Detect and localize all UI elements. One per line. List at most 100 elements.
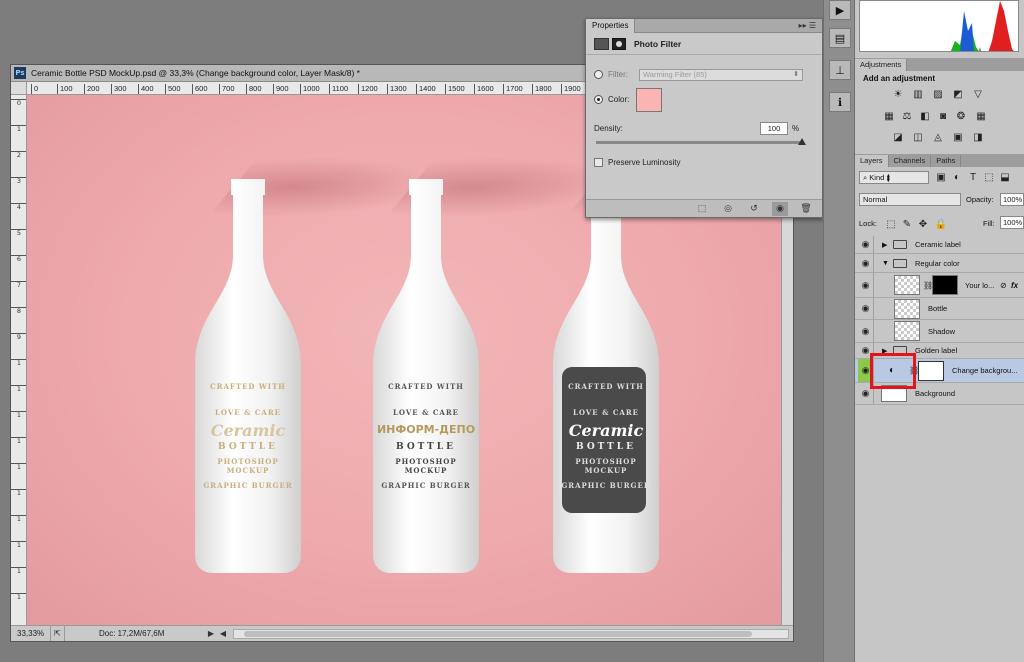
layer-name: Background	[915, 389, 956, 398]
lock-transparent-icon[interactable]: ⬚	[885, 218, 897, 230]
ruler-tick: 1300	[387, 84, 407, 94]
ruler-tick: 800	[246, 84, 262, 94]
tab-paths[interactable]: Paths	[931, 155, 962, 167]
eye-icon[interactable]: ◉	[858, 254, 874, 272]
view-previous-icon[interactable]: ◎	[720, 202, 736, 216]
layer-item[interactable]: ◉ Shadow	[855, 320, 1024, 343]
tab-layers[interactable]: Layers	[855, 155, 889, 167]
color-lookup-icon[interactable]: ▦	[975, 110, 987, 122]
doc-size[interactable]: Doc: 17,2M/67,6M	[65, 629, 205, 638]
slider-knob[interactable]	[798, 138, 806, 145]
panel-menu-icon[interactable]: ▸▸ ☰	[799, 21, 822, 30]
invert-icon[interactable]: ◪	[892, 131, 904, 143]
preserve-luminosity-checkbox[interactable]	[594, 158, 603, 167]
bottle-shape	[553, 179, 659, 573]
tool-presets-icon[interactable]: ▤	[829, 28, 851, 48]
threshold-icon[interactable]: ◬	[932, 131, 944, 143]
play-icon[interactable]: ▶	[829, 0, 851, 20]
status-menu-arrow-icon[interactable]: ▶	[205, 629, 217, 638]
photo-filter-icon[interactable]: ◙	[937, 110, 949, 122]
layer-thumbnail	[894, 299, 920, 319]
export-icon[interactable]: ⇱	[51, 626, 65, 641]
reset-icon[interactable]: ↺	[746, 202, 762, 216]
density-slider[interactable]	[596, 138, 806, 145]
label-main: Ceramic	[568, 421, 644, 440]
eye-icon[interactable]: ◉	[858, 273, 874, 297]
zoom-level[interactable]: 33,33%	[11, 626, 51, 641]
color-swatch[interactable]	[636, 88, 662, 112]
hue-saturation-icon[interactable]: ▦	[883, 110, 895, 122]
layer-item[interactable]: ◉ Bottle	[855, 298, 1024, 320]
layer-kind-filter[interactable]: ⌕ Kind ⬍	[859, 171, 929, 184]
filter-radio[interactable]	[594, 70, 603, 79]
filter-adjustment-icon[interactable]: ◐	[951, 171, 963, 183]
opacity-input[interactable]: 100%	[1000, 193, 1024, 206]
lock-all-icon[interactable]: 🔒	[935, 218, 947, 230]
selective-color-icon[interactable]: ▣	[952, 131, 964, 143]
layer-name: Shadow	[928, 326, 956, 336]
ruler-corner[interactable]	[11, 82, 27, 95]
layer-group[interactable]: ◉ ▼ Regular color	[855, 254, 1024, 273]
expand-arrow-icon[interactable]: ▶	[882, 241, 887, 249]
eye-icon[interactable]: ◉	[858, 236, 874, 253]
label-sub1: PHOTOSHOP	[575, 457, 637, 466]
label-sub2: MOCKUP	[404, 466, 448, 475]
eye-icon[interactable]: ◉	[858, 298, 874, 319]
vibrance-icon[interactable]: ▽	[972, 88, 984, 100]
vertical-ruler[interactable]: 01234567891111111111	[11, 95, 27, 625]
tab-channels[interactable]: Channels	[889, 155, 932, 167]
tab-adjustments[interactable]: Adjustments	[855, 59, 908, 71]
scrollbar-thumb[interactable]	[244, 630, 752, 637]
filter-pixel-icon[interactable]: ▣	[935, 171, 947, 183]
lock-image-icon[interactable]: ✎	[901, 218, 913, 230]
filter-shape-icon[interactable]: ⬚	[983, 171, 995, 183]
label-main: Ceramic	[210, 421, 286, 440]
color-balance-icon[interactable]: ⚖	[901, 110, 913, 122]
filter-type-icon[interactable]: T	[967, 171, 979, 183]
horizontal-scrollbar[interactable]	[233, 628, 789, 639]
ruler-tick: 1400	[416, 84, 436, 94]
layer-group[interactable]: ◉ ▶ Ceramic label	[855, 236, 1024, 254]
channel-mixer-icon[interactable]: ❂	[955, 110, 967, 122]
layer-mask-thumbnail[interactable]	[932, 275, 958, 295]
scroll-left-arrow-icon[interactable]: ◀	[217, 629, 229, 638]
visibility-icon[interactable]: ◉	[772, 201, 788, 216]
layer-item[interactable]: ◉ ⛓ Your lo... ⊘ fx	[855, 273, 1024, 298]
photoshop-icon: Ps	[14, 67, 26, 79]
density-input[interactable]: 100	[760, 122, 788, 135]
ruler-tick: 1700	[503, 84, 523, 94]
tab-properties[interactable]: Properties	[586, 18, 636, 33]
label-line1: CRAFTED WITH	[388, 382, 464, 391]
histogram	[859, 0, 1019, 52]
gradient-map-icon[interactable]: ◨	[972, 131, 984, 143]
lock-position-icon[interactable]: ✥	[917, 218, 929, 230]
label-line2: LOVE & CARE	[214, 408, 281, 417]
black-white-icon[interactable]: ◧	[919, 110, 931, 122]
mask-icon[interactable]	[612, 37, 626, 50]
delete-icon[interactable]: 🗑	[798, 202, 814, 216]
eye-icon[interactable]: ◉	[858, 320, 874, 342]
clip-to-layer-icon[interactable]: ⬚	[694, 202, 710, 216]
curves-icon[interactable]: ▨	[932, 88, 944, 100]
levels-icon[interactable]: ▥	[912, 88, 924, 100]
exposure-icon[interactable]: ◩	[952, 88, 964, 100]
adjustment-layer-icon[interactable]	[594, 37, 609, 50]
fx-icon[interactable]: fx	[1011, 281, 1018, 290]
highlight-annotation	[870, 353, 916, 389]
posterize-icon[interactable]: ◫	[912, 131, 924, 143]
bottle-shape	[373, 179, 479, 573]
brush-icon[interactable]: ⊥	[829, 60, 851, 80]
collapse-arrow-icon[interactable]: ▼	[882, 260, 889, 267]
density-label: Density:	[594, 124, 623, 133]
brightness-icon[interactable]: ☀	[892, 88, 904, 100]
preserve-luminosity-label: Preserve Luminosity	[608, 158, 681, 167]
color-label: Color:	[608, 95, 630, 104]
filter-select[interactable]: Warming Filter (85)	[639, 69, 803, 81]
filter-smart-icon[interactable]: ⬓	[999, 171, 1011, 183]
blend-mode-select[interactable]: Normal	[859, 193, 961, 206]
fill-input[interactable]: 100%	[1000, 216, 1024, 229]
color-radio[interactable]	[594, 95, 603, 104]
info-icon[interactable]: ℹ	[829, 92, 851, 112]
layer-mask-thumbnail[interactable]	[918, 361, 944, 381]
layer-name: Your lo...	[965, 280, 995, 290]
